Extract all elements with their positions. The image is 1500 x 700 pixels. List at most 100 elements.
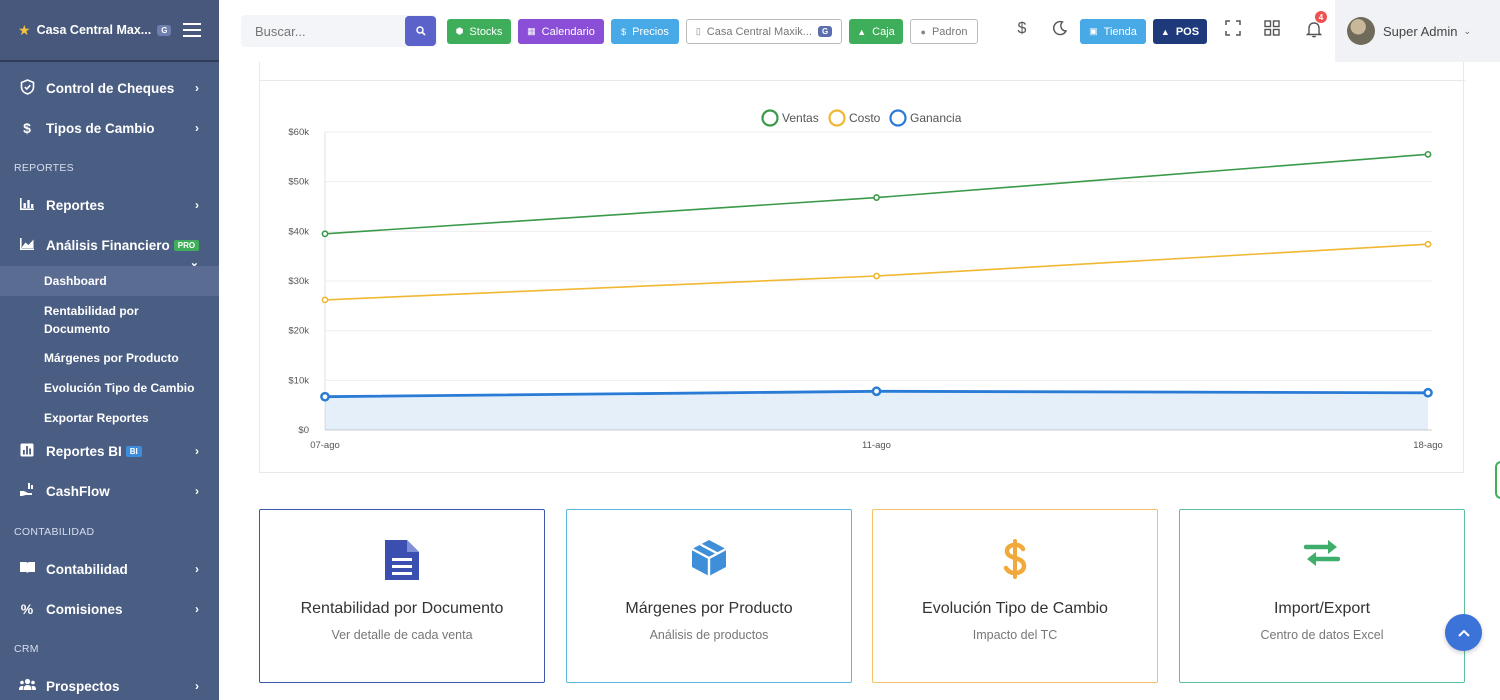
subitem-dashboard[interactable]: Dashboard [44, 272, 107, 290]
data-point-costo [321, 296, 329, 304]
percent-icon: % [20, 601, 34, 617]
data-point-costo [1424, 240, 1432, 248]
sidebar-item-contabilidad[interactable]: Contabilidad › [0, 550, 219, 588]
padron-button[interactable]: ● Padron [910, 19, 978, 44]
sidebar-item-control-cheques[interactable]: Control de Cheques › [0, 69, 219, 107]
calendario-button[interactable]: ▦ Calendario [518, 19, 604, 44]
card-header-divider [260, 80, 1465, 81]
sidebar-item-prospectos[interactable]: Prospectos › [0, 667, 219, 700]
card-title: Import/Export [1273, 600, 1371, 617]
pro-badge: PRO [173, 239, 200, 251]
box-icon [567, 538, 851, 584]
chevron-up-icon [1457, 629, 1470, 637]
section-label-contabilidad: CONTABILIDAD [14, 526, 95, 538]
menu-toggle-icon[interactable] [183, 23, 201, 37]
card-title: Evolución Tipo de Cambio [922, 600, 1108, 617]
user-menu[interactable]: Super Admin ⌄ [1335, 0, 1500, 62]
dollar-icon: $ [23, 120, 31, 136]
tienda-button[interactable]: ▣ Tienda [1080, 19, 1146, 44]
y-tick-label: $30k [288, 276, 309, 287]
caja-button[interactable]: ▲ Caja [849, 19, 903, 44]
sidebar-item-label: CashFlow [46, 483, 110, 499]
section-label-reportes: REPORTES [14, 162, 74, 174]
sidebar-item-label: Prospectos [46, 678, 120, 694]
y-tick-label: $40k [288, 226, 309, 237]
notification-badge: 4 [1315, 11, 1327, 23]
sidebar-item-label: Contabilidad [46, 561, 128, 577]
subitem-rentabilidad-documento[interactable]: Rentabilidad por Documento [44, 302, 164, 338]
branch-selector[interactable]: ▯ Casa Central Maxik... G [686, 19, 842, 44]
data-point-ganancia [1423, 387, 1433, 398]
subitem-margenes-producto[interactable]: Márgenes por Producto [44, 349, 179, 367]
users-icon [18, 678, 36, 694]
moon-icon[interactable] [1050, 20, 1070, 41]
y-tick-label: $60k [288, 127, 309, 138]
apps-grid-icon[interactable] [1262, 20, 1282, 41]
precios-button[interactable]: $ Precios [611, 19, 679, 44]
chevron-right-icon: › [195, 562, 199, 576]
legend-marker-ganancia [889, 109, 907, 127]
data-point-costo [873, 272, 880, 280]
series-area-ganancia [325, 391, 1428, 430]
sidebar-item-label: Reportes BI [46, 443, 122, 459]
scroll-to-top-button[interactable] [1445, 614, 1482, 651]
dollar-icon: $ [621, 26, 627, 37]
legend-label: Ventas [782, 111, 819, 125]
search-button[interactable] [405, 16, 436, 46]
side-panel-tab[interactable] [1495, 461, 1500, 499]
card-subtitle: Centro de datos Excel [1260, 628, 1384, 642]
fullscreen-icon[interactable] [1223, 20, 1243, 41]
x-tick-label: 11-ago [862, 440, 891, 451]
dollar-icon [873, 538, 1157, 584]
stocks-button[interactable]: ⬢ Stocks [447, 19, 511, 44]
sidebar: ★ Casa Central Max... G Control de Chequ… [0, 0, 219, 700]
sidebar-item-tipos-cambio[interactable]: $ Tipos de Cambio › [0, 109, 219, 147]
card-import-export[interactable]: Import/Export Centro de datos Excel [1179, 509, 1465, 683]
branch-badge: G [817, 26, 833, 37]
store-icon: ▣ [1089, 26, 1098, 36]
sidebar-item-reportes-bi[interactable]: Reportes BI BI › [0, 432, 219, 470]
sidebar-item-cashflow[interactable]: CashFlow › [0, 472, 219, 510]
topbar: ⬢Stocks ▦Calendario $Precios ▯Casa Centr… [219, 0, 1500, 62]
card-subtitle: Análisis de productos [649, 628, 769, 642]
data-point-ventas [321, 230, 329, 238]
card-evolucion-tc[interactable]: Evolución Tipo de Cambio Impacto del TC [872, 509, 1158, 683]
sidebar-item-label: Análisis Financiero [46, 237, 170, 253]
line-chart: $0 $10k $20k $30k $40k $50k $60k 07-ago 11-ago 18… [288, 109, 1443, 451]
legend-label: Ganancia [910, 111, 962, 125]
chevron-right-icon: › [195, 81, 199, 95]
hand-money-icon [18, 482, 36, 500]
section-label-crm: CRM [14, 643, 39, 655]
card-margenes-producto[interactable]: Márgenes por Producto Análisis de produc… [566, 509, 852, 683]
active-subitem-bg [0, 266, 219, 296]
subitem-evolucion-tc[interactable]: Evolución Tipo de Cambio [44, 379, 194, 397]
pos-button[interactable]: ▲ POS [1153, 19, 1207, 44]
sidebar-item-reportes[interactable]: Reportes › [0, 186, 219, 224]
chevron-right-icon: › [195, 679, 199, 693]
bi-badge: BI [125, 445, 142, 457]
legend-marker-costo [828, 109, 846, 127]
sidebar-item-analisis-financiero[interactable]: Análisis Financiero PRO ⌄ [0, 226, 219, 269]
user-name: Super Admin [1383, 23, 1458, 39]
card-rentabilidad-documento[interactable]: Rentabilidad por Documento Ver detalle d… [259, 509, 545, 683]
data-point-ganancia [871, 386, 882, 397]
y-tick-label: $0 [298, 425, 309, 436]
x-tick-label: 07-ago [310, 440, 340, 451]
document-icon: ▯ [695, 26, 701, 36]
bar-chart-icon [18, 197, 36, 214]
series-line-costo [324, 243, 1429, 301]
currency-icon[interactable]: $ [1012, 20, 1032, 38]
y-tick-label: $50k [288, 177, 309, 188]
subitem-exportar-reportes[interactable]: Exportar Reportes [44, 409, 149, 427]
sidebar-item-comisiones[interactable]: % Comisiones › [0, 590, 219, 628]
chart-box-icon [18, 443, 36, 460]
card-subtitle: Ver detalle de cada venta [331, 628, 473, 642]
x-tick-label: 18-ago [1413, 440, 1443, 451]
chevron-down-icon: ⌄ [1463, 25, 1471, 36]
cash-register-icon: ▲ [857, 26, 867, 37]
chevron-right-icon: › [195, 121, 199, 135]
user-icon: ● [920, 26, 926, 37]
bell-icon[interactable] [1304, 20, 1324, 43]
shield-icon [18, 78, 36, 98]
brand-title: Casa Central Max... [36, 23, 152, 37]
